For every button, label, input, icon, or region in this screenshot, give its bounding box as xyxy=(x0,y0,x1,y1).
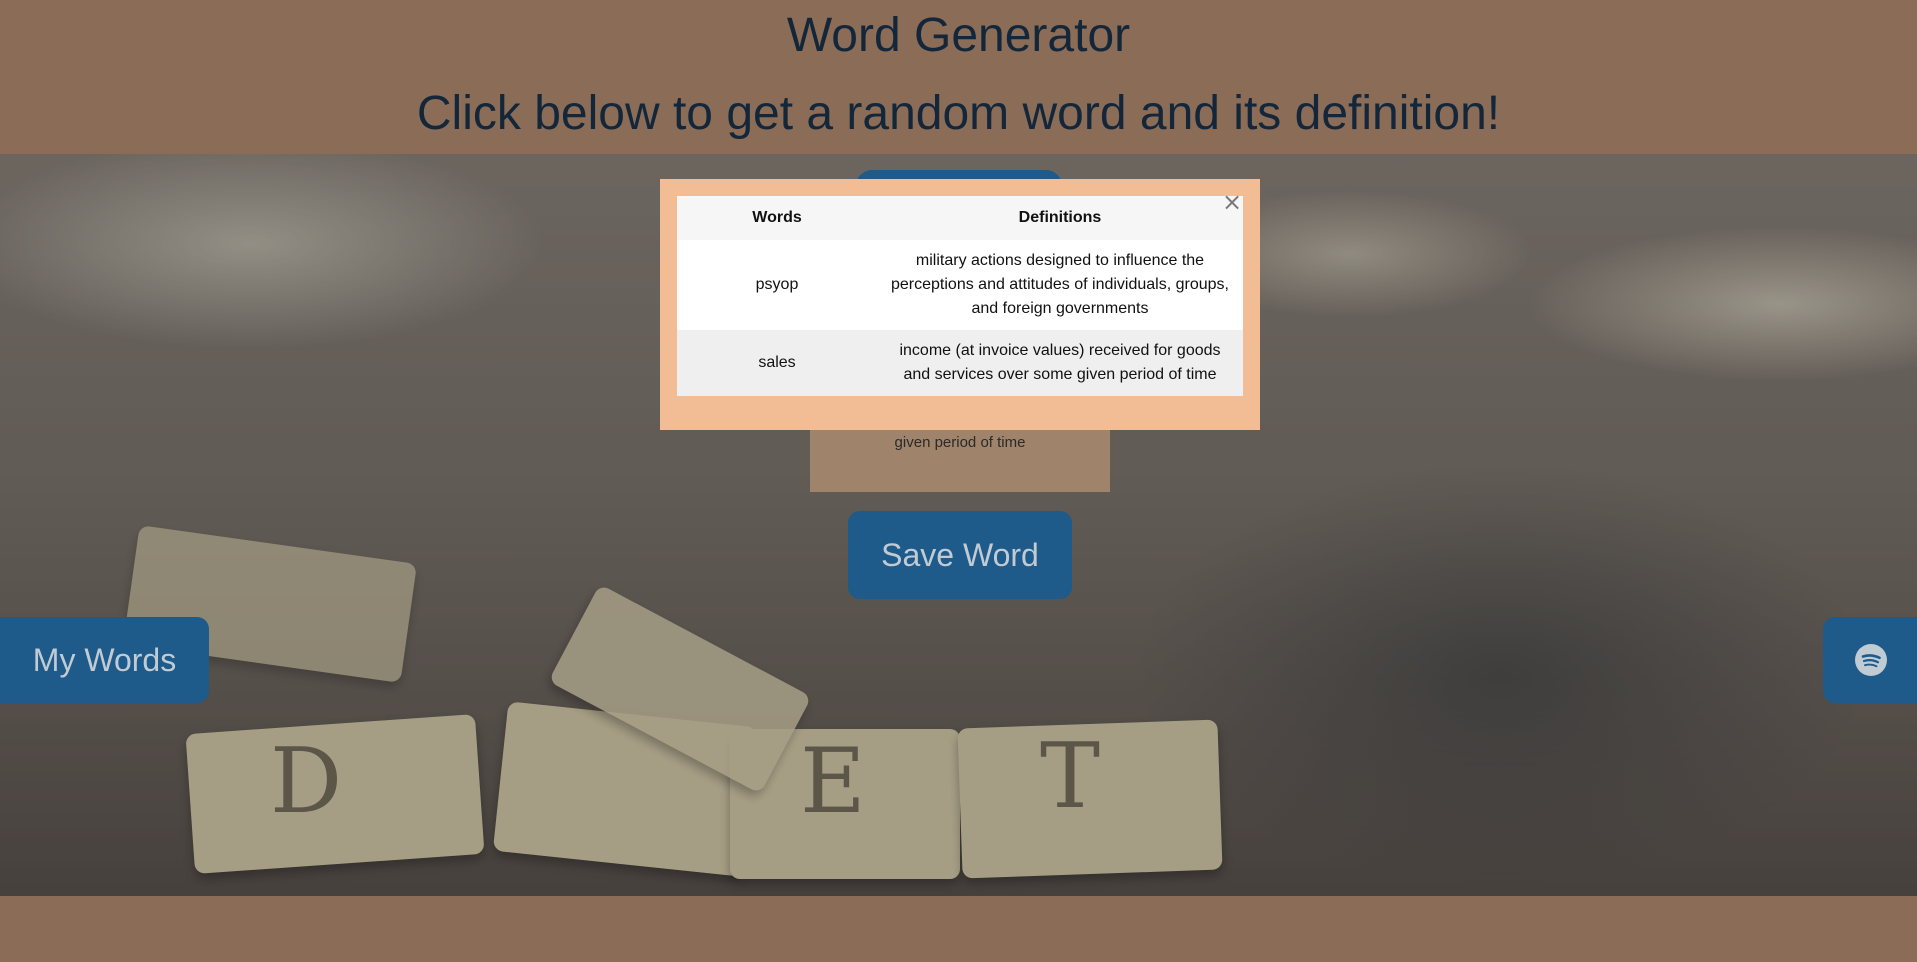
table-header-row: Words Definitions xyxy=(677,196,1243,240)
saved-words-table: Words Definitions psyop military actions… xyxy=(677,196,1243,396)
definition-cell: income (at invoice values) received for … xyxy=(877,330,1243,396)
definition-cell: military actions designed to influence t… xyxy=(877,240,1243,330)
table-row: sales income (at invoice values) receive… xyxy=(677,330,1243,396)
column-header-definitions: Definitions xyxy=(877,196,1243,240)
saved-words-modal-overlay: Words Definitions psyop military actions… xyxy=(0,0,1917,962)
word-cell: sales xyxy=(677,330,877,396)
column-header-words: Words xyxy=(677,196,877,240)
close-icon[interactable]: × xyxy=(1222,190,1242,214)
word-cell: psyop xyxy=(677,240,877,330)
page-footer xyxy=(0,896,1917,962)
table-row: psyop military actions designed to influ… xyxy=(677,240,1243,330)
